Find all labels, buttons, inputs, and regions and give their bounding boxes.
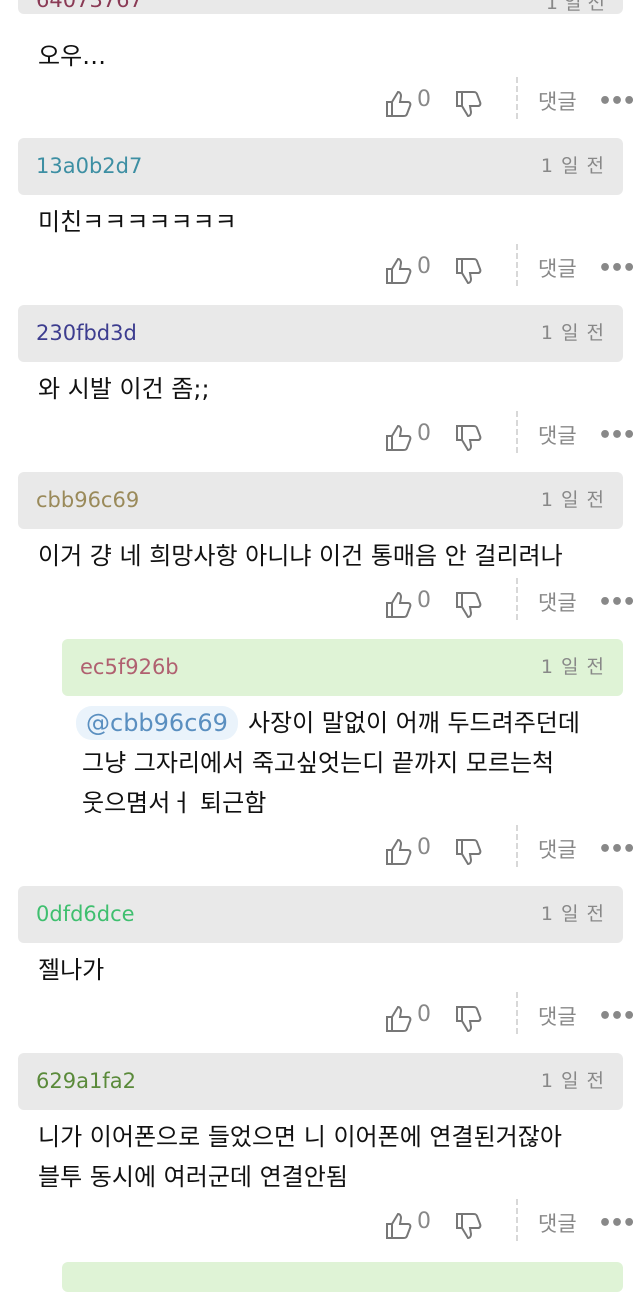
reply-header-partial	[62, 1262, 623, 1292]
comment-author[interactable]: 13a0b2d7	[36, 138, 142, 195]
comment-text: 미친ㅋㅋㅋㅋㅋㅋㅋ	[38, 208, 237, 236]
thumbs-up-icon[interactable]	[384, 89, 412, 119]
comment-header: 0dfd6dce 1 일 전	[18, 886, 623, 943]
comment-text: 니가 이어폰으로 들었으면 니 이어폰에 연결된거잖아 블투 동시에 여러군데 …	[38, 1123, 562, 1191]
comment-author[interactable]: 629a1fa2	[36, 1053, 136, 1110]
comment-header: 13a0b2d7 1 일 전	[18, 138, 623, 195]
comment-time: 1 일 전	[540, 1070, 605, 1092]
comment-header: 230fbd3d 1 일 전	[18, 305, 623, 362]
like-count: 0	[417, 1209, 431, 1234]
more-options-icon[interactable]: •••	[598, 423, 636, 448]
comment-text: 이거 걍 네 희망사항 아니냐 이건 통매음 안 걸리려나	[38, 542, 563, 570]
comment-actions: 0 댓글 •••	[0, 578, 640, 632]
divider	[516, 992, 518, 1034]
thumbs-down-icon[interactable]	[454, 423, 482, 453]
more-options-icon[interactable]: •••	[598, 1004, 636, 1029]
comment-text: 와 시발 이건 좀;;	[38, 375, 210, 403]
comment-header: cbb96c69 1 일 전	[18, 472, 623, 529]
comment-author[interactable]: cbb96c69	[36, 472, 139, 529]
reply-button[interactable]: 댓글	[538, 420, 577, 450]
more-options-icon[interactable]: •••	[598, 590, 636, 615]
comment-time: 1 일 전	[545, 0, 605, 14]
more-options-icon[interactable]: •••	[598, 1211, 636, 1236]
thumbs-up-icon[interactable]	[384, 1211, 412, 1241]
thumbs-down-icon[interactable]	[454, 1211, 482, 1241]
divider	[516, 578, 518, 620]
reply-button[interactable]: 댓글	[538, 834, 577, 864]
thumbs-down-icon[interactable]	[454, 256, 482, 286]
thumbs-down-icon[interactable]	[454, 837, 482, 867]
comment-text: @cbb96c69 사장이 말없이 어깨 두드려주던데 그냥 그자리에서 죽고싶엇…	[76, 703, 620, 823]
like-count: 0	[417, 421, 431, 446]
like-count: 0	[417, 1002, 431, 1027]
comment-header: ec5f926b 1 일 전	[62, 639, 623, 696]
comment-text: 오우…	[38, 42, 107, 70]
reply-button[interactable]: 댓글	[538, 587, 577, 617]
comment-author[interactable]: 0dfd6dce	[36, 886, 135, 943]
thumbs-down-icon[interactable]	[454, 590, 482, 620]
thumbs-down-icon[interactable]	[454, 89, 482, 119]
reply-button[interactable]: 댓글	[538, 1208, 577, 1238]
thumbs-up-icon[interactable]	[384, 590, 412, 620]
comment-actions: 0 댓글 •••	[0, 77, 640, 131]
divider	[516, 244, 518, 286]
comment-actions: 0 댓글 •••	[0, 825, 640, 879]
comment-time: 1 일 전	[540, 903, 605, 925]
more-options-icon[interactable]: •••	[598, 837, 636, 862]
more-options-icon[interactable]: •••	[598, 89, 636, 114]
comment-author[interactable]: 230fbd3d	[36, 305, 137, 362]
thumbs-down-icon[interactable]	[454, 1004, 482, 1034]
comment-time: 1 일 전	[540, 322, 605, 344]
thumbs-up-icon[interactable]	[384, 256, 412, 286]
more-options-icon[interactable]: •••	[598, 256, 636, 281]
comment-time: 1 일 전	[540, 656, 605, 678]
mention-tag[interactable]: @cbb96c69	[76, 706, 238, 740]
reply-button[interactable]: 댓글	[538, 1001, 577, 1031]
divider	[516, 1199, 518, 1241]
comment-actions: 0 댓글 •••	[0, 992, 640, 1046]
thumbs-up-icon[interactable]	[384, 423, 412, 453]
like-count: 0	[417, 254, 431, 279]
reply-button[interactable]: 댓글	[538, 86, 577, 116]
comment-text: 젤나가	[38, 956, 105, 984]
like-count: 0	[417, 835, 431, 860]
comment-author[interactable]: 64073767	[36, 0, 143, 12]
divider	[516, 77, 518, 119]
comment-time: 1 일 전	[540, 489, 605, 511]
comment-actions: 0 댓글 •••	[0, 1199, 640, 1253]
comment-actions: 0 댓글 •••	[0, 411, 640, 465]
comment-header: 629a1fa2 1 일 전	[18, 1053, 623, 1110]
like-count: 0	[417, 87, 431, 112]
reply-button[interactable]: 댓글	[538, 253, 577, 283]
comment-author[interactable]: ec5f926b	[80, 639, 179, 696]
comment-header-partial: 64073767 1 일 전	[18, 0, 623, 14]
thumbs-up-icon[interactable]	[384, 837, 412, 867]
thumbs-up-icon[interactable]	[384, 1004, 412, 1034]
like-count: 0	[417, 588, 431, 613]
divider	[516, 411, 518, 453]
comment-time: 1 일 전	[540, 155, 605, 177]
comment-actions: 0 댓글 •••	[0, 244, 640, 298]
divider	[516, 825, 518, 867]
